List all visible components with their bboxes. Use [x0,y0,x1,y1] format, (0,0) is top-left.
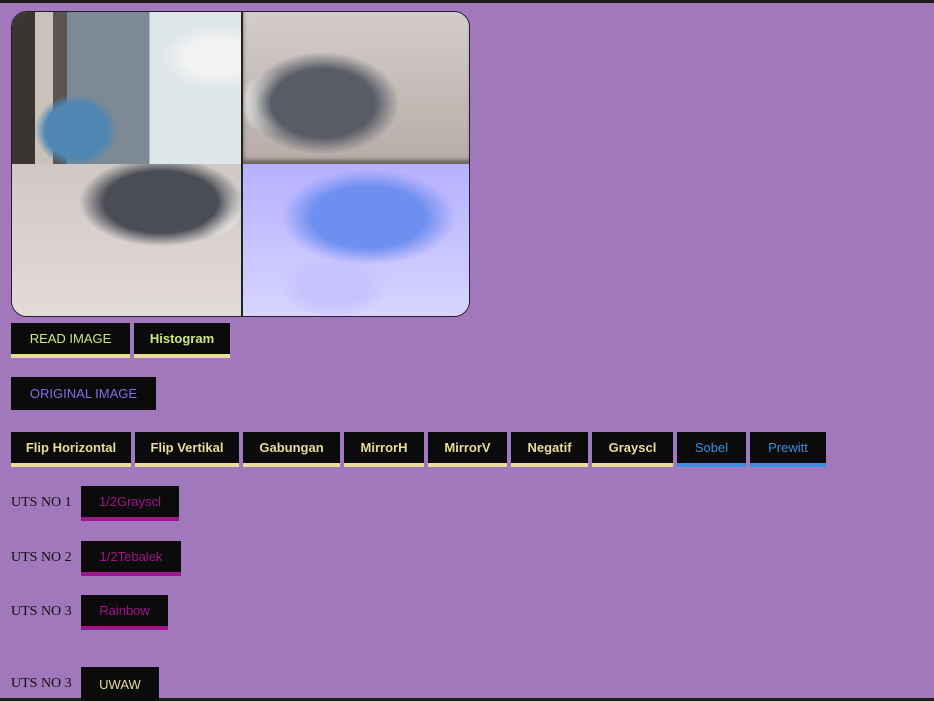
uts-no1-label: UTS NO 1 [11,495,72,510]
cat-image-top-right [240,12,469,164]
uts-no3-label-2: UTS NO 3 [11,676,72,691]
mirror-h-button[interactable]: MirrorH [344,432,424,467]
original-image-button[interactable]: ORIGINAL IMAGE [11,377,156,410]
flip-vertikal-button[interactable]: Flip Vertikal [135,432,239,467]
half-tebalek-button[interactable]: 1/2Tebalek [81,541,181,576]
sobel-button[interactable]: Sobel [677,432,746,467]
rainbow-button[interactable]: Rainbow [81,595,168,630]
mirror-v-button[interactable]: MirrorV [428,432,507,467]
grayscl-button[interactable]: Grayscl [592,432,673,467]
cat-image-top-left [12,12,241,164]
image-canvas [11,11,470,317]
uts-no2-label: UTS NO 2 [11,550,72,565]
flip-horizontal-button[interactable]: Flip Horizontal [11,432,131,467]
cat-image-bottom-right [240,164,469,316]
half-grayscl-button[interactable]: 1/2Grayscl [81,486,179,521]
histogram-button[interactable]: Histogram [134,323,230,358]
prewitt-button[interactable]: Prewitt [750,432,826,467]
gabungan-button[interactable]: Gabungan [243,432,340,467]
uwaw-button[interactable]: UWAW [81,667,159,701]
cat-image-bottom-left [12,164,241,316]
read-image-button[interactable]: READ IMAGE [11,323,130,358]
uts-no3-label: UTS NO 3 [11,604,72,619]
negatif-button[interactable]: Negatif [511,432,588,467]
